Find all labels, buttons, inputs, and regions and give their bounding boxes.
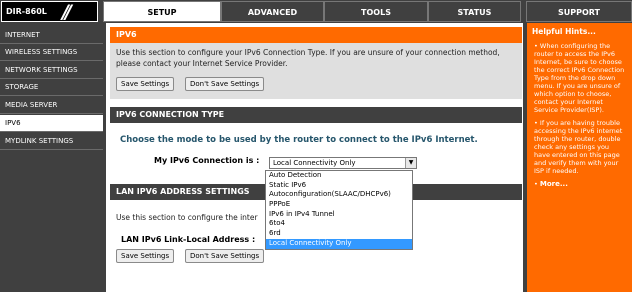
connection-type-title: IPV6 CONNECTION TYPE [110,107,522,123]
sidebar: INTERNET WIRELESS SETTINGS NETWORK SETTI… [0,27,103,292]
hint-more-item: • More... [534,180,568,188]
more-link[interactable]: More... [540,180,568,188]
sidebar-item-mydlink-settings[interactable]: MYDLINK SETTINGS [0,133,103,150]
helpful-hints-panel: Helpful Hints... • When configuring the … [527,23,632,292]
logo-slashes-icon: // [62,1,72,23]
tab-setup[interactable]: SETUP [103,1,221,22]
dont-save-settings-button-bottom[interactable]: Don't Save Settings [185,249,265,263]
save-settings-button-top[interactable]: Save Settings [116,77,175,91]
model-name: DIR-860L [6,7,47,16]
ipv6-section-title: IPV6 [110,27,522,43]
sidebar-item-ipv6[interactable]: IPV6 [0,115,103,132]
dropdown-option[interactable]: Auto Detection [266,171,412,181]
hint-text: If you are having trouble accessing the … [534,119,623,175]
sidebar-item-network-settings[interactable]: NETWORK SETTINGS [0,62,103,79]
sidebar-item-storage[interactable]: STORAGE [0,79,103,96]
hint-item: • If you are having trouble accessing th… [534,119,623,175]
hints-title: Helpful Hints... [532,27,596,36]
sidebar-item-wireless-settings[interactable]: WIRELESS SETTINGS [0,44,103,61]
sidebar-item-internet[interactable]: INTERNET [0,27,103,44]
dropdown-option[interactable]: PPPoE [266,200,412,210]
hint-item: • When configuring the router to access … [534,42,625,114]
ipv6-connection-type-section: IPV6 CONNECTION TYPE Choose the mode to … [110,107,522,173]
dropdown-option[interactable]: 6to4 [266,219,412,229]
tab-advanced[interactable]: ADVANCED [221,1,324,22]
dropdown-option[interactable]: Static IPv6 [266,181,412,191]
ipv6-connection-selected-value: Local Connectivity Only [273,159,356,167]
dropdown-option-selected[interactable]: Local Connectivity Only [266,238,412,249]
top-navigation-bar: DIR-860L // SETUP ADVANCED TOOLS STATUS … [0,0,632,23]
tab-support[interactable]: SUPPORT [526,1,632,22]
dropdown-option[interactable]: 6rd [266,229,412,239]
ipv6-description: Use this section to configure your IPv6 … [116,48,500,68]
hint-text: When configuring the router to access th… [534,42,625,114]
chevron-down-icon[interactable]: ▼ [405,158,416,168]
lan-link-local-label: LAN IPv6 Link-Local Address : [121,235,256,244]
ipv6-connection-dropdown-list[interactable]: Auto Detection Static IPv6 Autoconfigura… [265,170,413,250]
dropdown-option[interactable]: IPv6 in IPv4 Tunnel [266,210,412,220]
connection-question: Choose the mode to be used by the router… [120,135,478,145]
ipv6-connection-select[interactable]: Local Connectivity Only ▼ [269,157,417,169]
ipv6-intro-section: IPV6 Use this section to configure your … [110,27,522,99]
tab-tools[interactable]: TOOLS [324,1,428,22]
main-content: IPV6 Use this section to configure your … [106,23,523,292]
dont-save-settings-button-top[interactable]: Don't Save Settings [185,77,265,91]
save-settings-button-bottom[interactable]: Save Settings [116,249,175,263]
model-badge: DIR-860L // [1,1,98,22]
sidebar-item-media-server[interactable]: MEDIA SERVER [0,97,103,114]
ipv6-intro-body: Use this section to configure your IPv6 … [110,43,522,99]
dropdown-option[interactable]: Autoconfiguration(SLAAC/DHCPv6) [266,190,412,200]
tab-status[interactable]: STATUS [428,1,521,22]
ipv6-connection-label: My IPv6 Connection is : [154,156,260,165]
